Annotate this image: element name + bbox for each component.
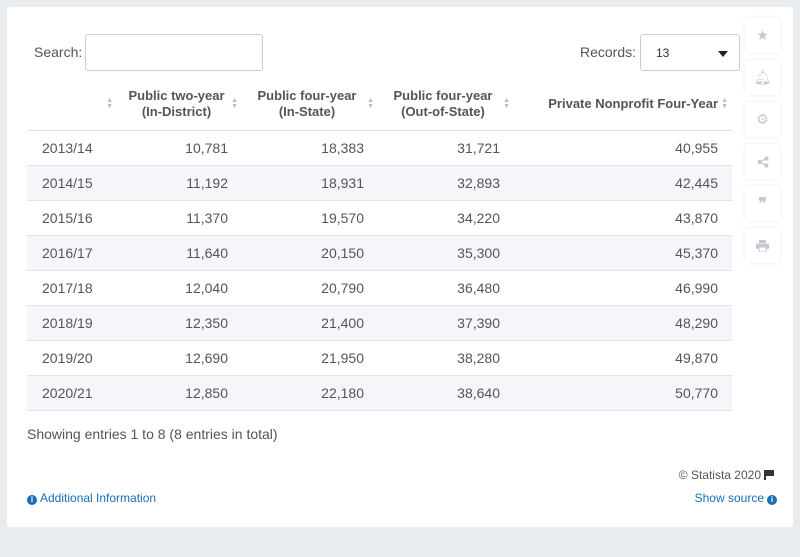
sort-icon: ▲ ▼ xyxy=(721,96,728,110)
table-row: 2014/15 11,192 18,931 32,893 42,445 xyxy=(27,165,732,201)
table-row: 2016/17 11,640 20,150 35,300 45,370 xyxy=(27,235,732,271)
table-cell: 12,690 xyxy=(117,340,242,376)
table-cell: 38,640 xyxy=(378,375,514,411)
table-cell: 18,383 xyxy=(242,130,378,166)
table-cell: 42,445 xyxy=(514,165,732,201)
sort-icon: ▲ ▼ xyxy=(503,96,510,110)
table-row: 2017/18 12,040 20,790 36,480 46,990 xyxy=(27,270,732,306)
bell-icon[interactable]: 🔔︎ xyxy=(745,60,780,95)
table-cell: 18,931 xyxy=(242,165,378,201)
column-header-label: Public two-year (In-District) xyxy=(128,87,225,119)
row-year-cell: 2013/14 xyxy=(27,130,117,166)
table-cell: 37,390 xyxy=(378,305,514,341)
table-cell: 50,770 xyxy=(514,375,732,411)
sort-icon: ▲ ▼ xyxy=(231,96,238,110)
table-cell: 32,893 xyxy=(378,165,514,201)
table-cell: 46,990 xyxy=(514,270,732,306)
table-row: 2018/19 12,350 21,400 37,390 48,290 xyxy=(27,305,732,341)
sort-icon: ▲ ▼ xyxy=(106,96,113,110)
entries-info: Showing entries 1 to 8 (8 entries in tot… xyxy=(27,426,278,442)
table-cell: 48,290 xyxy=(514,305,732,341)
table-cell: 19,570 xyxy=(242,200,378,236)
table-row: 2019/20 12,690 21,950 38,280 49,870 xyxy=(27,340,732,376)
row-year-cell: 2018/19 xyxy=(27,305,117,341)
table-header-row: ▲ ▼ Public two-year (In-District) ▲ ▼ Publi… xyxy=(27,78,732,131)
table-cell: 36,480 xyxy=(378,270,514,306)
table-cell: 12,040 xyxy=(117,270,242,306)
search-label: Search: xyxy=(34,44,83,60)
table-cell: 40,955 xyxy=(514,130,732,166)
toolbar-sidebar: ★ 🔔︎ ⚙ ❞ xyxy=(745,18,780,270)
table-cell: 35,300 xyxy=(378,235,514,271)
table-cell: 11,192 xyxy=(117,165,242,201)
row-year-cell: 2014/15 xyxy=(27,165,117,201)
column-header-public-two-year[interactable]: Public two-year (In-District) ▲ ▼ xyxy=(117,78,242,131)
column-header-label: Public four-year (Out-of-State) xyxy=(393,87,493,119)
data-table: ▲ ▼ Public two-year (In-District) ▲ ▼ Publi… xyxy=(27,78,732,411)
row-year-cell: 2016/17 xyxy=(27,235,117,271)
show-source-label: Show source xyxy=(694,491,764,505)
copyright-text: © Statista 2020 xyxy=(678,468,761,482)
additional-information-link[interactable]: i Additional Information xyxy=(27,491,156,505)
records-select-value: 13 xyxy=(656,46,670,60)
table-row: 2013/14 10,781 18,383 31,721 40,955 xyxy=(27,130,732,166)
star-icon[interactable]: ★ xyxy=(745,18,780,53)
info-icon: i xyxy=(767,495,777,505)
column-header-label: Public four-year (In-State) xyxy=(257,87,357,119)
show-source-link[interactable]: Show source i xyxy=(695,491,780,505)
table-cell: 20,150 xyxy=(242,235,378,271)
table-cell: 20,790 xyxy=(242,270,378,306)
column-header-year[interactable]: ▲ ▼ xyxy=(27,78,117,131)
table-cell: 43,870 xyxy=(514,200,732,236)
table-cell: 12,350 xyxy=(117,305,242,341)
table-cell: 21,400 xyxy=(242,305,378,341)
print-icon[interactable] xyxy=(745,228,780,263)
records-label: Records: xyxy=(580,44,637,60)
column-header-private-nonprofit[interactable]: Private Nonprofit Four-Year ▲ ▼ xyxy=(514,78,732,131)
flag-icon[interactable] xyxy=(764,470,774,480)
column-header-label: Private Nonprofit Four-Year xyxy=(548,95,718,111)
quote-icon[interactable]: ❞ xyxy=(745,186,780,221)
table-cell: 45,370 xyxy=(514,235,732,271)
table-cell: 49,870 xyxy=(514,340,732,376)
table-cell: 10,781 xyxy=(117,130,242,166)
copyright: © Statista 2020 xyxy=(679,468,774,482)
share-icon[interactable] xyxy=(745,144,780,179)
table-cell: 12,850 xyxy=(117,375,242,411)
table-cell: 38,280 xyxy=(378,340,514,376)
gear-icon[interactable]: ⚙ xyxy=(745,102,780,137)
records-select[interactable]: 13 xyxy=(640,34,740,71)
table-cell: 11,370 xyxy=(117,200,242,236)
info-icon: i xyxy=(27,495,37,505)
column-header-public-four-year-in-state[interactable]: Public four-year (In-State) ▲ ▼ xyxy=(242,78,378,131)
table-cell: 31,721 xyxy=(378,130,514,166)
table-row: 2020/21 12,850 22,180 38,640 50,770 xyxy=(27,375,732,411)
row-year-cell: 2015/16 xyxy=(27,200,117,236)
table-row: 2015/16 11,370 19,570 34,220 43,870 xyxy=(27,200,732,236)
row-year-cell: 2019/20 xyxy=(27,340,117,376)
search-input[interactable] xyxy=(85,34,263,71)
chevron-down-icon xyxy=(718,51,728,57)
table-cell: 21,950 xyxy=(242,340,378,376)
table-cell: 34,220 xyxy=(378,200,514,236)
sort-icon: ▲ ▼ xyxy=(367,96,374,110)
row-year-cell: 2020/21 xyxy=(27,375,117,411)
table-cell: 22,180 xyxy=(242,375,378,411)
row-year-cell: 2017/18 xyxy=(27,270,117,306)
additional-information-label: Additional Information xyxy=(40,491,157,505)
table-cell: 11,640 xyxy=(117,235,242,271)
column-header-public-four-year-out-of-state[interactable]: Public four-year (Out-of-State) ▲ ▼ xyxy=(378,78,514,131)
